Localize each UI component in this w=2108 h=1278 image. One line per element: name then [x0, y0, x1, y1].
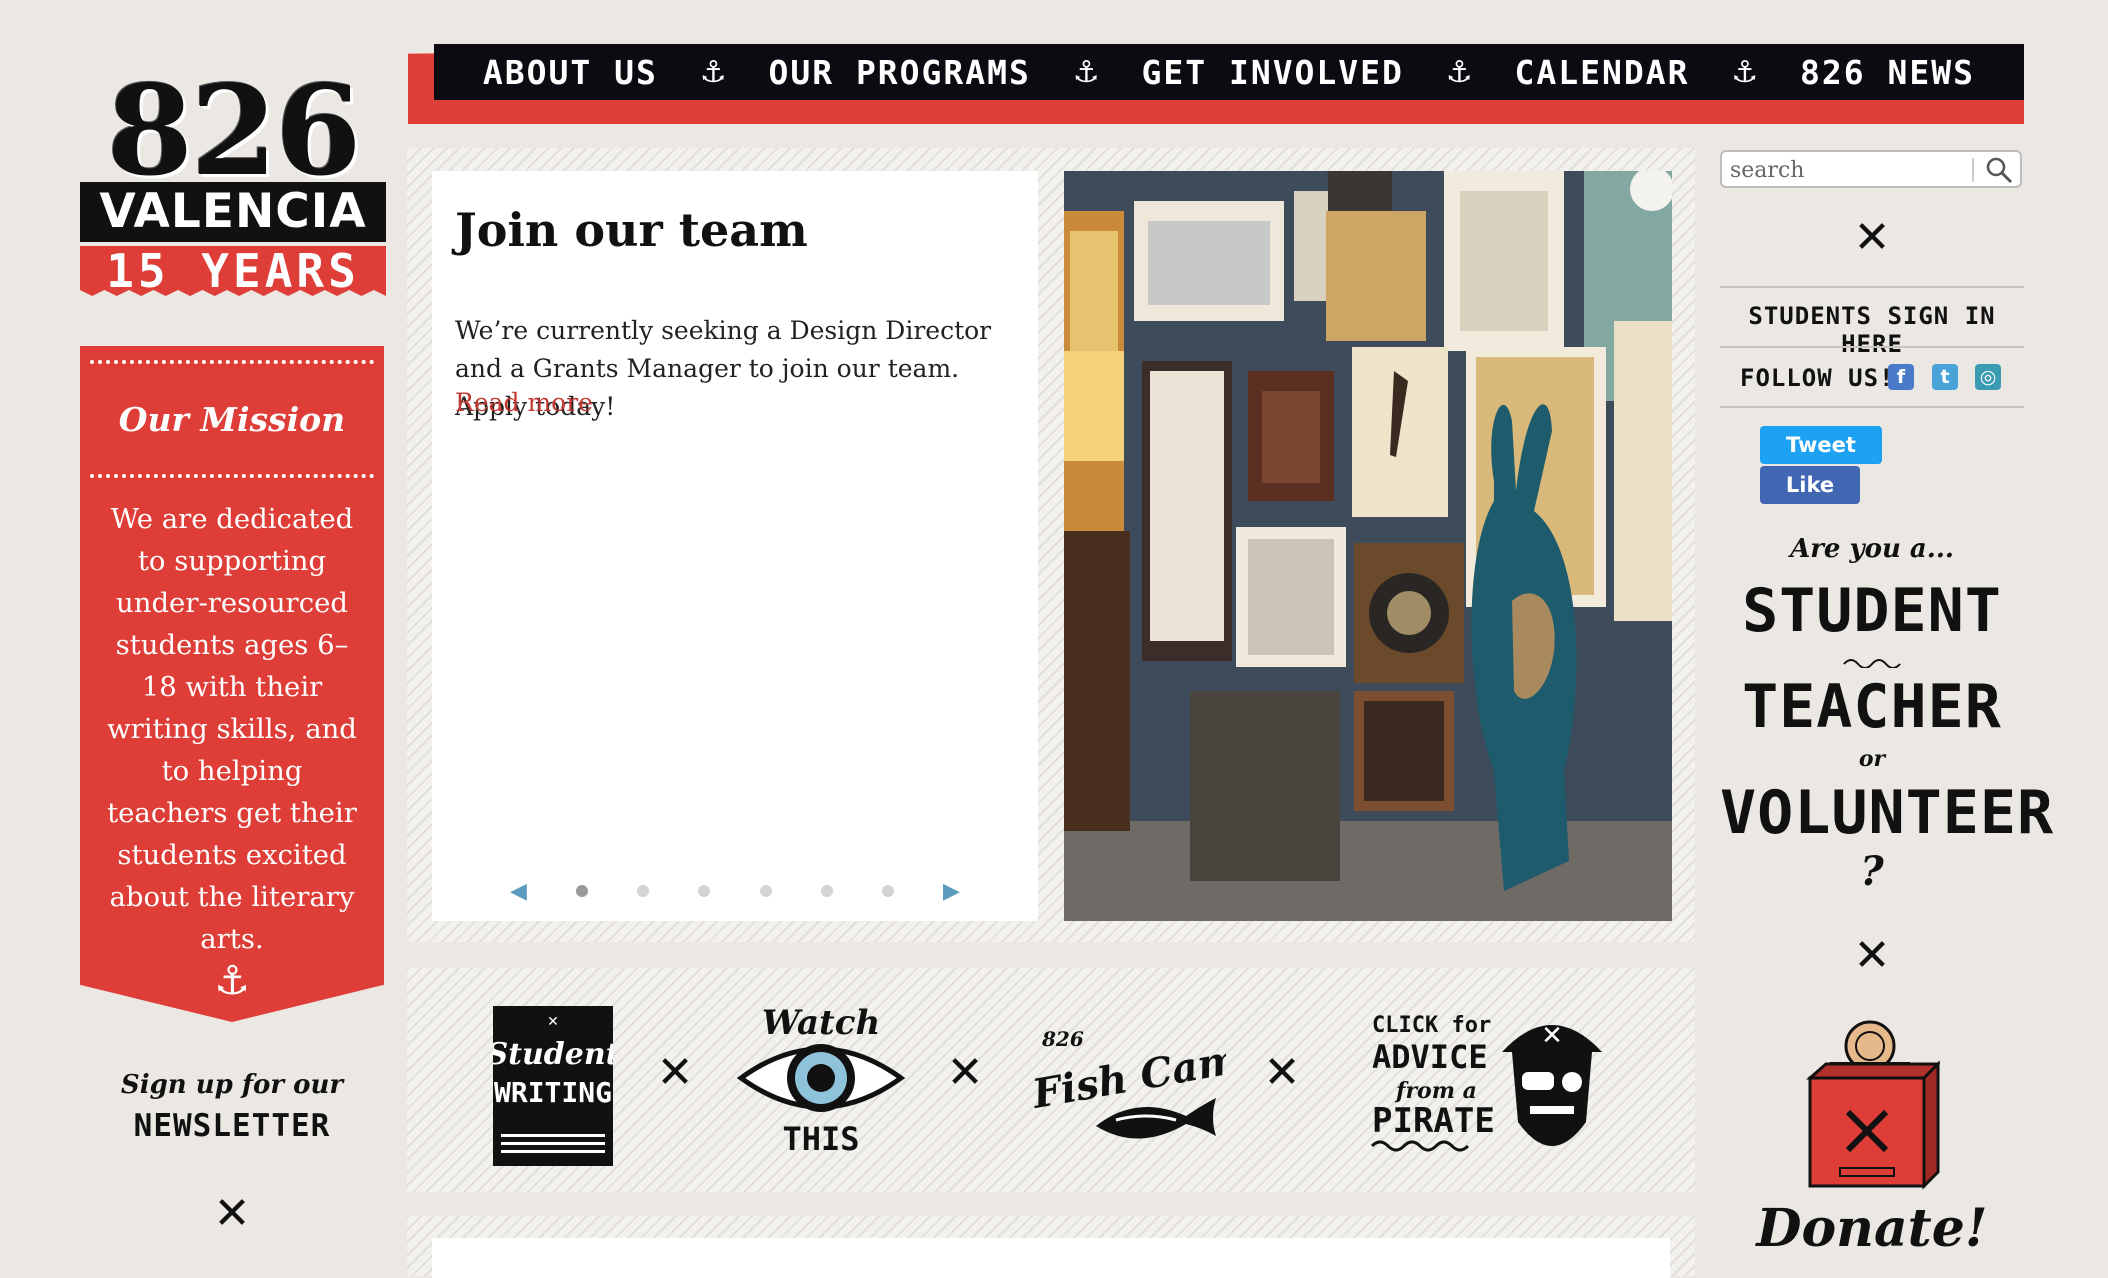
student-writing-line1: Student	[493, 1037, 613, 1072]
close-icon: ✕	[1853, 930, 1891, 981]
role-teacher-link[interactable]: TEACHER	[1720, 672, 2024, 742]
students-sign-in-link[interactable]: STUDENTS SIGN IN HERE	[1720, 302, 2024, 358]
donate-link[interactable]: Donate!	[1720, 1198, 2024, 1259]
instagram-icon[interactable]: ◎	[1975, 364, 2001, 390]
divider	[1720, 406, 2024, 408]
newsletter-intro[interactable]: Sign up for our	[80, 1070, 384, 1100]
hero-title: Join our team	[455, 203, 808, 257]
student-writing-link[interactable]: ✕ Student WRITING	[486, 1006, 620, 1166]
donate-box-link[interactable]	[1800, 1016, 1942, 1194]
slider-dot[interactable]	[576, 885, 589, 897]
logo-years-banner[interactable]: 15 YEARS	[80, 246, 386, 296]
follow-us-label: FOLLOW US!	[1740, 364, 1895, 392]
newsletter-link[interactable]: NEWSLETTER	[80, 1108, 384, 1144]
pirate-line2: ADVICE	[1372, 1038, 1488, 1076]
eye-icon: Watch THIS	[736, 1003, 906, 1158]
book-icon: ✕ Student WRITING	[486, 1006, 620, 1166]
wave-divider	[1843, 659, 1901, 668]
fish-cam-link[interactable]: 826 Fish Cam!	[1026, 1020, 1261, 1150]
nav-about-us[interactable]: ABOUT US	[483, 53, 658, 92]
anchor-icon: ⚓	[1731, 54, 1759, 90]
hero-image[interactable]	[1064, 171, 1672, 921]
slider-next-icon[interactable]: ▶	[943, 879, 960, 904]
mission-text: We are dedicated to supporting under-res…	[107, 503, 357, 955]
svg-text:✕: ✕	[547, 1014, 559, 1030]
slider-prev-icon[interactable]: ◀	[510, 879, 527, 904]
dotted-divider	[90, 474, 374, 478]
anchor-icon: ⚓	[1445, 54, 1473, 90]
close-icon: ✕	[213, 1188, 251, 1239]
like-button[interactable]: Like	[1760, 466, 1860, 504]
watch-text: Watch	[762, 1003, 880, 1043]
facebook-icon[interactable]: f	[1888, 364, 1914, 390]
slider-controls: ◀ ▶	[510, 876, 960, 906]
slider-dot[interactable]	[698, 885, 711, 897]
pirate-line4: PIRATE	[1372, 1101, 1495, 1141]
anchor-icon: ⚓	[214, 958, 250, 1004]
search-icon[interactable]	[1984, 155, 2014, 185]
logo-name[interactable]: VALENCIA	[80, 182, 386, 242]
donation-box-icon	[1806, 1020, 1942, 1190]
pirate-line1: CLICK for	[1372, 1013, 1491, 1038]
close-icon: ✕	[656, 1047, 694, 1098]
anchor-icon: ⚓	[699, 54, 727, 90]
read-more-link[interactable]: Read more	[455, 388, 593, 417]
mission-banner: Our Mission We are dedicated to supporti…	[80, 346, 384, 1022]
slider-dot[interactable]	[637, 885, 650, 897]
tweet-button[interactable]: Tweet	[1760, 426, 1882, 464]
slider-dot[interactable]	[759, 885, 772, 897]
nav-get-involved[interactable]: GET INVOLVED	[1141, 53, 1403, 92]
search-input[interactable]	[1728, 156, 1982, 184]
pirate-icon: CLICK for ADVICE from a PIRATE ✕	[1370, 1013, 1602, 1152]
pirate-advice-link[interactable]: CLICK for ADVICE from a PIRATE ✕	[1366, 1002, 1606, 1172]
twitter-icon[interactable]: t	[1932, 364, 1958, 390]
role-student-link[interactable]: STUDENT	[1720, 576, 2024, 646]
dotted-divider	[90, 360, 374, 364]
student-writing-line2: WRITING	[494, 1076, 612, 1109]
are-you-label: Are you a...	[1790, 534, 1954, 564]
cabinet-wall-photo	[1064, 171, 1672, 921]
question-mark: ?	[1860, 848, 1884, 895]
close-icon: ✕	[1853, 212, 1891, 263]
lower-panel-card	[432, 1238, 1670, 1278]
watch-this-link[interactable]: Watch THIS	[736, 1000, 906, 1160]
divider	[1720, 286, 2024, 288]
nav-our-programs[interactable]: OUR PROGRAMS	[768, 53, 1030, 92]
or-label: or	[1858, 746, 1886, 772]
this-text: THIS	[782, 1120, 859, 1158]
hero-card	[432, 171, 1038, 921]
nav-826-news[interactable]: 826 NEWS	[1800, 53, 1975, 92]
search-box	[1720, 150, 2022, 188]
svg-text:✕: ✕	[1541, 1021, 1563, 1051]
nav-calendar[interactable]: CALENDAR	[1515, 53, 1690, 92]
close-icon: ✕	[1263, 1047, 1301, 1098]
divider	[1720, 346, 2024, 348]
mission-title: Our Mission	[118, 400, 346, 439]
slider-dot[interactable]	[881, 885, 894, 897]
fish-icon: 826 Fish Cam!	[1028, 1027, 1261, 1139]
main-nav: ABOUT US ⚓ OUR PROGRAMS ⚓ GET INVOLVED ⚓…	[434, 44, 2024, 100]
search-divider	[1972, 158, 1974, 182]
role-volunteer-link[interactable]: VOLUNTEER	[1720, 778, 2053, 848]
close-icon: ✕	[946, 1047, 984, 1098]
logo-number[interactable]: 826	[80, 70, 386, 194]
fishcam-number: 826	[1041, 1027, 1084, 1051]
slider-dot[interactable]	[820, 885, 833, 897]
anchor-icon: ⚓	[1072, 54, 1100, 90]
